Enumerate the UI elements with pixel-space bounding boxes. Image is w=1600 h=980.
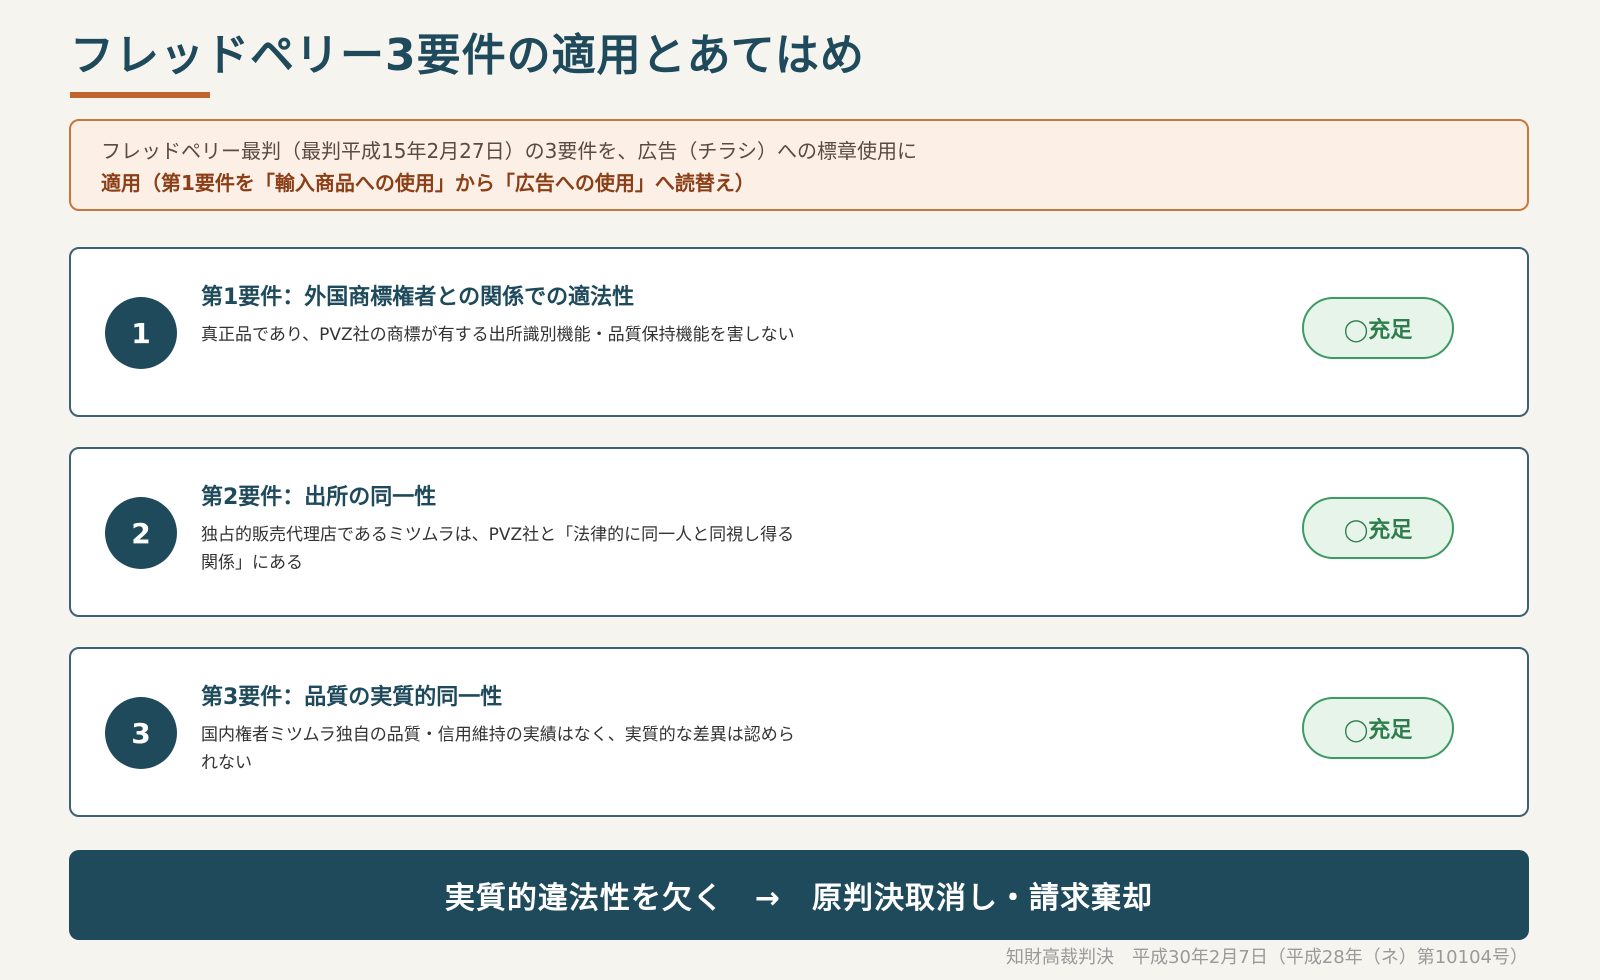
- requirement-title: 第1要件：外国商標権者との関係での適法性: [201, 285, 635, 310]
- intro-box: フレッドペリー最判（最判平成15年2月27日）の3要件を、広告（チラシ）への標章…: [69, 119, 1529, 211]
- status-badge: ◯充足: [1302, 297, 1454, 359]
- requirement-title: 第2要件：出所の同一性: [201, 485, 437, 510]
- requirement-number-badge: 1: [105, 297, 177, 369]
- requirement-description: 真正品であり、PVZ社の商標が有する出所識別機能・品質保持機能を害しない: [201, 325, 795, 345]
- conclusion-banner: 実質的違法性を欠く → 原判決取消し・請求棄却: [69, 850, 1529, 940]
- status-badge: ◯充足: [1302, 497, 1454, 559]
- intro-text: フレッドペリー最判（最判平成15年2月27日）の3要件を、広告（チラシ）への標章…: [101, 139, 917, 163]
- requirement-card-1: 1 第1要件：外国商標権者との関係での適法性 真正品であり、PVZ社の商標が有す…: [69, 247, 1529, 417]
- requirement-description: 国内権者ミツムラ独自の品質・信用維持の実績はなく、実質的な差異は認められない: [201, 725, 795, 773]
- requirement-card-3: 3 第3要件：品質の実質的同一性 国内権者ミツムラ独自の品質・信用維持の実績はな…: [69, 647, 1529, 817]
- requirement-card-2: 2 第2要件：出所の同一性 独占的販売代理店であるミツムラは、PVZ社と「法律的…: [69, 447, 1529, 617]
- title-underline: [70, 92, 210, 98]
- requirement-description: 独占的販売代理店であるミツムラは、PVZ社と「法律的に同一人と同視し得る関係」に…: [201, 525, 795, 573]
- requirement-number-badge: 2: [105, 497, 177, 569]
- source-citation: 知財高裁判決 平成30年2月7日（平成28年（ネ）第10104号）: [1006, 947, 1528, 968]
- status-badge: ◯充足: [1302, 697, 1454, 759]
- page-title: フレッドペリー3要件の適用とあてはめ: [70, 30, 865, 81]
- requirement-title: 第3要件：品質の実質的同一性: [201, 685, 503, 710]
- requirement-number-badge: 3: [105, 697, 177, 769]
- intro-emphasis: 適用（第1要件を「輸入商品への使用」から「広告への使用」へ読替え）: [101, 171, 755, 195]
